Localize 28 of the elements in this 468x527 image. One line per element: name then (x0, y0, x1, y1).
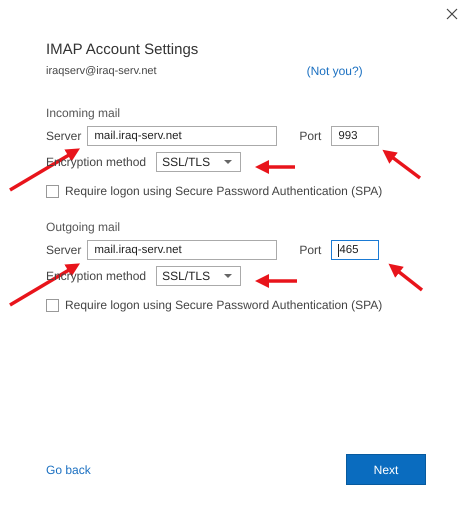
server-label: Server (46, 243, 82, 257)
go-back-link[interactable]: Go back (46, 462, 91, 476)
dialog-title: IMAP Account Settings (46, 41, 200, 58)
close-icon[interactable] (446, 8, 458, 20)
checkbox-label: Require logon using Secure Password Authentication (SPA) (65, 184, 382, 198)
caret-icon (224, 274, 232, 278)
server-label: Server (46, 129, 82, 143)
server-field[interactable]: mail.iraq-serv.net (87, 240, 278, 260)
not-you-link[interactable]: (Not you?) (306, 64, 363, 78)
encryption-dropdown[interactable]: SSL/TLS (156, 266, 242, 286)
checkbox-label: Require logon using Secure Password Authentication (SPA) (65, 298, 382, 312)
server-field[interactable]: mail.iraq-serv.net (87, 126, 278, 146)
port-field[interactable]: 465 (331, 240, 380, 260)
port-label: Port (299, 243, 322, 257)
checkbox[interactable] (46, 184, 59, 198)
annotation-arrow (255, 160, 295, 174)
annotation-arrow (255, 274, 297, 288)
port-label: Port (299, 129, 322, 143)
caret-icon (224, 160, 232, 164)
account-email: iraqserv@iraq-serv.net (46, 65, 157, 77)
next-button[interactable]: Next (346, 454, 426, 485)
annotation-arrow (382, 150, 422, 180)
checkbox[interactable] (46, 298, 59, 312)
section-heading: Outgoing mail (46, 220, 122, 234)
section-heading: Incoming mail (46, 106, 122, 120)
port-field[interactable]: 993 (331, 126, 380, 146)
encryption-dropdown[interactable]: SSL/TLS (156, 152, 242, 172)
annotation-arrow (388, 264, 424, 292)
